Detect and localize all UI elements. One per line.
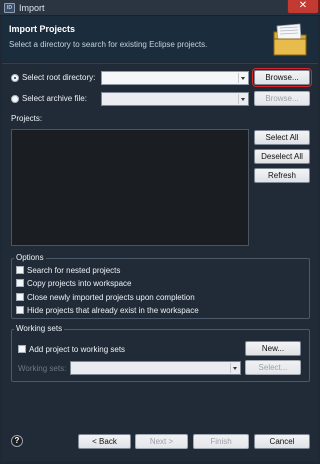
chevron-down-icon[interactable] xyxy=(238,94,247,104)
wizard-description: Select a directory to search for existin… xyxy=(9,40,208,49)
hide-existing-checkbox[interactable] xyxy=(16,306,24,314)
cancel-button[interactable]: Cancel xyxy=(254,434,310,449)
working-sets-combo[interactable] xyxy=(70,361,241,375)
search-nested-label: Search for nested projects xyxy=(27,266,121,275)
close-imported-label: Close newly imported projects upon compl… xyxy=(27,293,195,302)
add-to-working-sets-label: Add project to working sets xyxy=(29,345,126,354)
finish-button[interactable]: Finish xyxy=(193,434,249,449)
next-button[interactable]: Next > xyxy=(135,434,188,449)
select-all-button[interactable]: Select All xyxy=(254,130,310,145)
eclipse-app-icon: ID xyxy=(4,3,15,13)
folder-icon xyxy=(273,23,307,56)
copy-projects-label: Copy projects into workspace xyxy=(27,279,132,288)
root-directory-combo[interactable] xyxy=(101,71,249,85)
select-working-sets-button[interactable]: Select... xyxy=(245,360,301,375)
hide-existing-label: Hide projects that already exist in the … xyxy=(27,306,199,315)
title-bar xyxy=(0,0,320,16)
chevron-down-icon[interactable] xyxy=(230,363,239,373)
new-working-set-button[interactable]: New... xyxy=(245,341,301,356)
help-icon[interactable]: ? xyxy=(11,435,23,447)
window-title: Import xyxy=(19,3,45,13)
close-imported-checkbox[interactable] xyxy=(16,293,24,301)
wizard-title: Import Projects xyxy=(9,24,76,34)
copy-projects-checkbox[interactable] xyxy=(16,279,24,287)
search-nested-checkbox[interactable] xyxy=(16,266,24,274)
chevron-down-icon[interactable] xyxy=(238,73,247,83)
projects-label: Projects: xyxy=(11,114,43,123)
refresh-button[interactable]: Refresh xyxy=(254,168,310,183)
add-to-working-sets-checkbox[interactable] xyxy=(18,345,26,353)
options-group-title: Options xyxy=(14,253,46,262)
browse-root-button[interactable]: Browse... xyxy=(252,68,312,87)
back-button[interactable]: < Back xyxy=(78,434,131,449)
close-window-button[interactable]: ✕ xyxy=(287,0,319,14)
working-sets-group-title: Working sets xyxy=(14,324,65,333)
select-archive-file-label: Select archive file: xyxy=(22,94,87,103)
select-archive-file-radio[interactable] xyxy=(11,95,19,103)
select-root-directory-label: Select root directory: xyxy=(22,73,96,82)
deselect-all-button[interactable]: Deselect All xyxy=(254,149,310,164)
browse-archive-button[interactable]: Browse... xyxy=(254,91,310,106)
archive-file-combo[interactable] xyxy=(101,92,249,106)
projects-list[interactable] xyxy=(11,129,249,246)
select-root-directory-radio[interactable] xyxy=(11,74,19,82)
working-sets-label: Working sets: xyxy=(18,364,67,373)
